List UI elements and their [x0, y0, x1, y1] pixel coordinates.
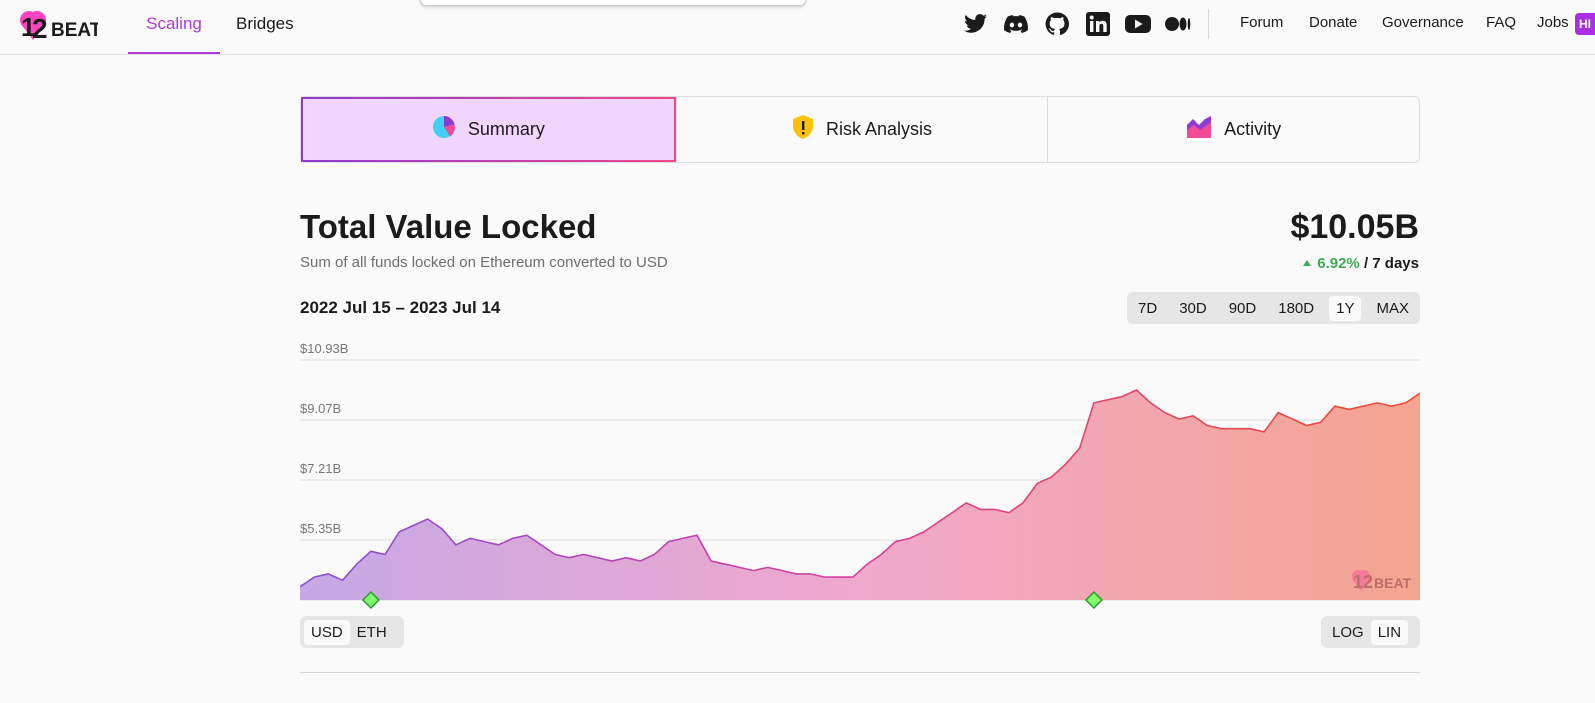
range-30d[interactable]: 30D	[1172, 296, 1214, 321]
project-tabs: Summary Risk Analysis Activity	[300, 96, 1420, 163]
nav-donate[interactable]: Donate	[1309, 0, 1357, 46]
scale-log[interactable]: LOG	[1325, 620, 1371, 645]
nav-governance[interactable]: Governance	[1382, 0, 1464, 46]
tvl-value: $10.05B	[1290, 208, 1419, 246]
range-180d[interactable]: 180D	[1271, 296, 1321, 321]
nav-forum[interactable]: Forum	[1240, 0, 1283, 46]
range-90d[interactable]: 90D	[1222, 296, 1264, 321]
pie-chart-icon	[432, 115, 456, 144]
svg-text:2: 2	[32, 13, 48, 42]
tvl-change: 6.92% / 7 days	[1303, 255, 1419, 272]
tvl-change-percent: 6.92%	[1303, 255, 1360, 272]
svg-text:BEAT: BEAT	[51, 20, 98, 41]
time-range-selector: 7D 30D 90D 180D 1Y MAX	[1127, 292, 1420, 324]
unit-usd[interactable]: USD	[304, 619, 350, 645]
range-max[interactable]: MAX	[1369, 296, 1416, 321]
tab-summary-label: Summary	[467, 119, 545, 139]
l2beat-logo[interactable]: 1 2 BEAT	[18, 8, 98, 42]
nav-divider	[1208, 9, 1209, 39]
tvl-title: Total Value Locked	[300, 208, 597, 245]
l2beat-watermark: 12 BEAT	[1352, 570, 1412, 592]
youtube-icon[interactable]	[1125, 11, 1151, 37]
tab-activity-label: Activity	[1224, 119, 1282, 139]
github-icon[interactable]	[1044, 11, 1070, 37]
shield-warning-icon	[792, 114, 814, 145]
nav-scaling[interactable]: Scaling	[128, 0, 220, 54]
tab-summary[interactable]: Summary	[301, 97, 676, 162]
svg-text:12: 12	[1353, 572, 1373, 592]
nav-faq[interactable]: FAQ	[1486, 0, 1516, 46]
hiring-badge[interactable]: HI	[1575, 13, 1595, 35]
tvl-subtitle: Sum of all funds locked on Ethereum conv…	[300, 254, 668, 271]
svg-text:BEAT: BEAT	[1374, 575, 1412, 591]
range-1y[interactable]: 1Y	[1329, 295, 1362, 321]
medium-icon[interactable]	[1165, 11, 1191, 37]
dropdown-panel	[420, 0, 806, 6]
area-chart-icon	[1186, 115, 1212, 144]
nav-jobs[interactable]: Jobs	[1537, 0, 1569, 46]
scale-lin[interactable]: LIN	[1370, 619, 1409, 645]
tab-activity[interactable]: Activity	[1047, 97, 1419, 162]
tvl-area	[300, 390, 1420, 600]
tvl-change-period: / 7 days	[1363, 255, 1419, 272]
linkedin-icon[interactable]	[1085, 11, 1111, 37]
top-navigation: 1 2 BEAT Scaling Bridges Forum Donate Go…	[0, 0, 1595, 55]
tab-risk-analysis[interactable]: Risk Analysis	[675, 97, 1048, 162]
section-divider	[300, 672, 1420, 673]
discord-icon[interactable]	[1003, 11, 1029, 37]
range-7d[interactable]: 7D	[1131, 296, 1164, 321]
unit-selector: USD ETH	[300, 616, 404, 648]
twitter-icon[interactable]	[963, 11, 989, 37]
nav-bridges[interactable]: Bridges	[236, 0, 294, 54]
tab-risk-analysis-label: Risk Analysis	[825, 119, 933, 139]
date-range: 2022 Jul 15 – 2023 Jul 14	[300, 298, 501, 317]
scale-selector: LOG LIN	[1321, 616, 1420, 648]
tvl-chart[interactable]	[300, 340, 1420, 620]
unit-eth[interactable]: ETH	[350, 620, 394, 645]
